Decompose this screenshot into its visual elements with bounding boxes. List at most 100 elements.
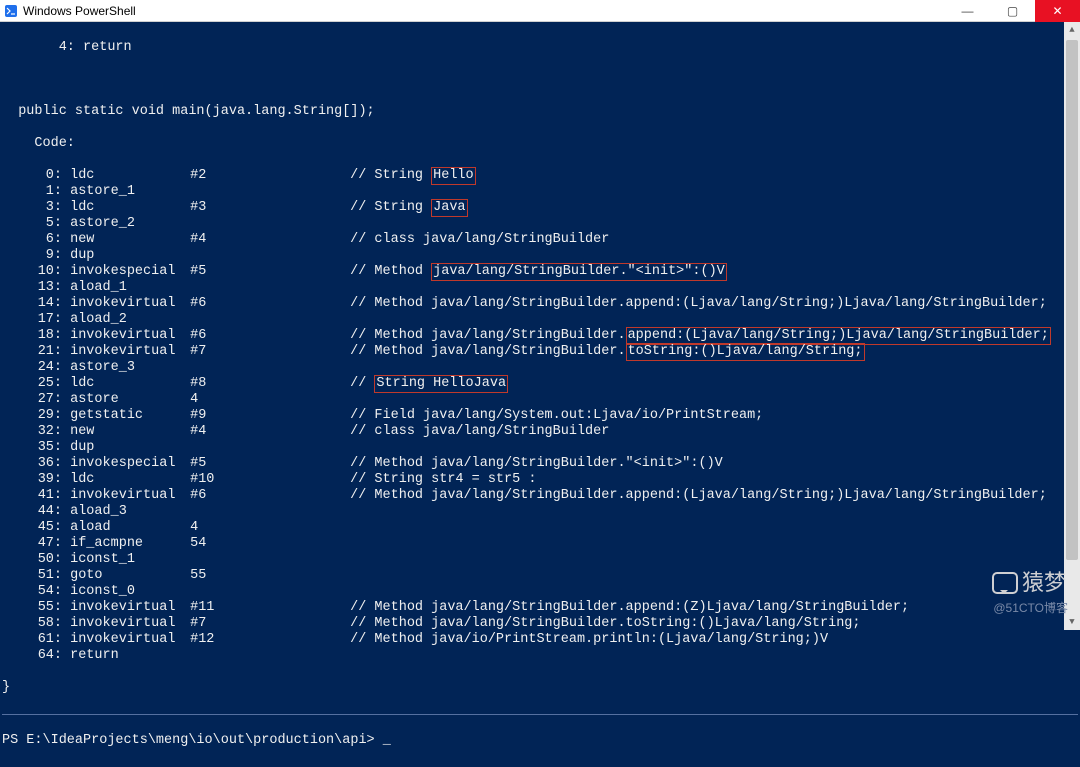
- operand: #5: [190, 264, 350, 280]
- comment: // class java/lang/StringBuilder: [350, 424, 609, 439]
- prompt-line[interactable]: PS E:\IdeaProjects\meng\io\out\productio…: [2, 733, 1078, 749]
- offset: 21:: [2, 344, 62, 360]
- titlebar: Windows PowerShell — ▢ ✕: [0, 0, 1080, 22]
- comment: //: [350, 376, 374, 391]
- operand: #10: [190, 472, 350, 488]
- opcode: invokevirtual: [70, 632, 190, 648]
- offset: 0:: [2, 168, 62, 184]
- offset: 1:: [2, 184, 62, 200]
- offset: 50:: [2, 552, 62, 568]
- comment: // Field java/lang/System.out:Ljava/io/P…: [350, 408, 763, 423]
- offset: 3:: [2, 200, 62, 216]
- bytecode-line: 6: new#4// class java/lang/StringBuilder: [2, 232, 1078, 248]
- highlighted-text: Java: [431, 199, 467, 217]
- operand: #9: [190, 408, 350, 424]
- scroll-down-icon[interactable]: ▼: [1064, 614, 1080, 630]
- watermark-credit: @51CTO博客: [993, 600, 1068, 616]
- comment: // Method java/io/PrintStream.println:(L…: [350, 632, 828, 647]
- highlighted-text: java/lang/StringBuilder."<init>":()V: [431, 263, 727, 281]
- operand: #6: [190, 328, 350, 344]
- code-line: }: [2, 680, 1078, 696]
- terminal-output[interactable]: 4: return public static void main(java.l…: [0, 22, 1080, 767]
- opcode: invokevirtual: [70, 344, 190, 360]
- scrollbar-thumb[interactable]: [1066, 40, 1078, 560]
- highlighted-text: Hello: [431, 167, 476, 185]
- offset: 29:: [2, 408, 62, 424]
- operand: #11: [190, 600, 350, 616]
- minimize-button[interactable]: —: [945, 0, 990, 22]
- bytecode-line: 45: aload4: [2, 520, 1078, 536]
- bytecode-line: 18: invokevirtual#6// Method java/lang/S…: [2, 328, 1078, 344]
- opcode: iconst_1: [70, 552, 190, 568]
- offset: 9:: [2, 248, 62, 264]
- bytecode-line: 24: astore_3: [2, 360, 1078, 376]
- opcode: invokespecial: [70, 456, 190, 472]
- opcode: invokevirtual: [70, 488, 190, 504]
- comment: // Method java/lang/StringBuilder.append…: [350, 600, 909, 615]
- offset: 25:: [2, 376, 62, 392]
- opcode: dup: [70, 248, 190, 264]
- bytecode-line: 41: invokevirtual#6// Method java/lang/S…: [2, 488, 1078, 504]
- offset: 45:: [2, 520, 62, 536]
- offset: 36:: [2, 456, 62, 472]
- offset: 55:: [2, 600, 62, 616]
- vertical-scrollbar[interactable]: ▲ ▼: [1064, 22, 1080, 630]
- scroll-up-icon[interactable]: ▲: [1064, 22, 1080, 38]
- offset: 44:: [2, 504, 62, 520]
- powershell-icon: [4, 4, 18, 18]
- bytecode-line: 3: ldc#3// String Java: [2, 200, 1078, 216]
- code-line: public static void main(java.lang.String…: [2, 104, 1078, 120]
- comment: // Method java/lang/StringBuilder."<init…: [350, 456, 723, 471]
- bytecode-line: 39: ldc#10// String str4 = str5 :: [2, 472, 1078, 488]
- opcode: return: [70, 648, 190, 664]
- highlighted-text: toString:()Ljava/lang/String;: [626, 343, 865, 361]
- opcode: dup: [70, 440, 190, 456]
- comment: // String: [350, 168, 431, 183]
- operand: #6: [190, 296, 350, 312]
- operand: #7: [190, 344, 350, 360]
- offset: 39:: [2, 472, 62, 488]
- operand: #5: [190, 456, 350, 472]
- operand: #6: [190, 488, 350, 504]
- code-line: Code:: [2, 136, 1078, 152]
- offset: 47:: [2, 536, 62, 552]
- bytecode-line: 32: new#4// class java/lang/StringBuilde…: [2, 424, 1078, 440]
- code-line: 4: return: [2, 40, 1078, 56]
- operand: #4: [190, 424, 350, 440]
- offset: 17:: [2, 312, 62, 328]
- comment: // String str4 = str5 :: [350, 472, 536, 487]
- close-button[interactable]: ✕: [1035, 0, 1080, 22]
- bytecode-line: 47: if_acmpne54: [2, 536, 1078, 552]
- comment: // String: [350, 200, 431, 215]
- bytecode-line: 54: iconst_0: [2, 584, 1078, 600]
- bytecode-line: 27: astore4: [2, 392, 1078, 408]
- opcode: invokevirtual: [70, 296, 190, 312]
- offset: 13:: [2, 280, 62, 296]
- operand: 4: [190, 392, 350, 408]
- bytecode-line: 50: iconst_1: [2, 552, 1078, 568]
- bytecode-line: 1: astore_1: [2, 184, 1078, 200]
- comment: // Method java/lang/StringBuilder.append…: [350, 296, 1047, 311]
- bytecode-line: 17: aload_2: [2, 312, 1078, 328]
- bytecode-line: 25: ldc#8// String HelloJava: [2, 376, 1078, 392]
- bytecode-line: 9: dup: [2, 248, 1078, 264]
- opcode: invokevirtual: [70, 600, 190, 616]
- opcode: iconst_0: [70, 584, 190, 600]
- opcode: aload_1: [70, 280, 190, 296]
- offset: 54:: [2, 584, 62, 600]
- opcode: if_acmpne: [70, 536, 190, 552]
- opcode: astore_3: [70, 360, 190, 376]
- offset: 32:: [2, 424, 62, 440]
- watermark-brand: 猿梦: [1022, 575, 1066, 591]
- offset: 5:: [2, 216, 62, 232]
- maximize-button[interactable]: ▢: [990, 0, 1035, 22]
- operand: #4: [190, 232, 350, 248]
- cursor: _: [375, 733, 391, 748]
- comment: // Method java/lang/StringBuilder.toStri…: [350, 616, 860, 631]
- opcode: aload_3: [70, 504, 190, 520]
- operand: #2: [190, 168, 350, 184]
- watermark-logo: 猿梦: [992, 572, 1066, 594]
- offset: 24:: [2, 360, 62, 376]
- opcode: astore: [70, 392, 190, 408]
- window-title: Windows PowerShell: [23, 3, 136, 19]
